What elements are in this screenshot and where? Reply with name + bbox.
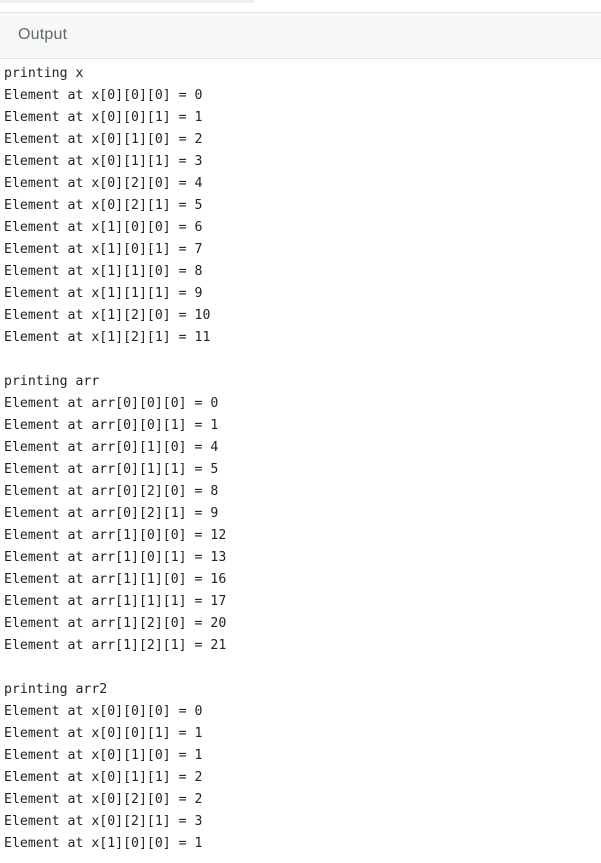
console-line: Element at x[0][0][1] = 1 <box>4 726 203 741</box>
console-line: Element at x[0][1][0] = 1 <box>4 748 203 763</box>
console-line: Element at x[1][0][0] = 6 <box>4 220 203 235</box>
console-line: Element at x[1][0][0] = 1 <box>4 836 203 851</box>
console-line: Element at arr[0][2][0] = 8 <box>4 484 219 499</box>
console-output: printing x Element at x[0][0][0] = 0 Eleme… <box>0 63 601 863</box>
console-line: Element at arr[1][1][1] = 17 <box>4 594 227 609</box>
console-line: Element at arr[1][2][1] = 21 <box>4 638 227 653</box>
console-line: Element at arr[0][0][1] = 1 <box>4 418 219 433</box>
console-line: Element at x[0][2][0] = 4 <box>4 176 203 191</box>
console-line: printing arr2 <box>4 682 108 697</box>
console-line: Element at x[1][2][1] = 11 <box>4 330 211 345</box>
console-line: Element at x[1][1][1] = 9 <box>4 286 203 301</box>
console-line: Element at arr[1][0][0] = 12 <box>4 528 227 543</box>
console-line: printing arr <box>4 374 100 389</box>
console-line: Element at arr[0][1][0] = 4 <box>4 440 219 455</box>
console-line: Element at x[1][0][1] = 7 <box>4 242 203 257</box>
console-line: Element at arr[0][0][0] = 0 <box>4 396 219 411</box>
console-line: Element at x[1][1][0] = 8 <box>4 264 203 279</box>
console-line: Element at x[0][0][0] = 0 <box>4 704 203 719</box>
output-panel-title: Output <box>18 26 68 43</box>
console-line: Element at arr[0][2][1] = 9 <box>4 506 219 521</box>
console-line: Element at x[0][0][1] = 1 <box>4 110 203 125</box>
top-scroll-track <box>0 0 255 3</box>
console-line: Element at x[0][1][1] = 2 <box>4 770 203 785</box>
console-line: Element at x[1][2][0] = 10 <box>4 308 211 323</box>
console-line: Element at x[0][2][0] = 2 <box>4 792 203 807</box>
console-line: Element at arr[1][1][0] = 16 <box>4 572 227 587</box>
console-line: Element at x[0][0][0] = 0 <box>4 88 203 103</box>
console-line: Element at x[0][2][1] = 5 <box>4 198 203 213</box>
console-line: Element at x[0][1][0] = 2 <box>4 132 203 147</box>
console-line: Element at arr[1][0][1] = 13 <box>4 550 227 565</box>
output-panel-header: Output <box>0 13 601 59</box>
top-divider <box>0 0 601 13</box>
console-line: Element at x[0][1][1] = 3 <box>4 154 203 169</box>
console-line: Element at x[0][2][1] = 3 <box>4 814 203 829</box>
console-line: Element at arr[0][1][1] = 5 <box>4 462 219 477</box>
console-line: Element at arr[1][2][0] = 20 <box>4 616 227 631</box>
console-line: printing x <box>4 66 84 81</box>
